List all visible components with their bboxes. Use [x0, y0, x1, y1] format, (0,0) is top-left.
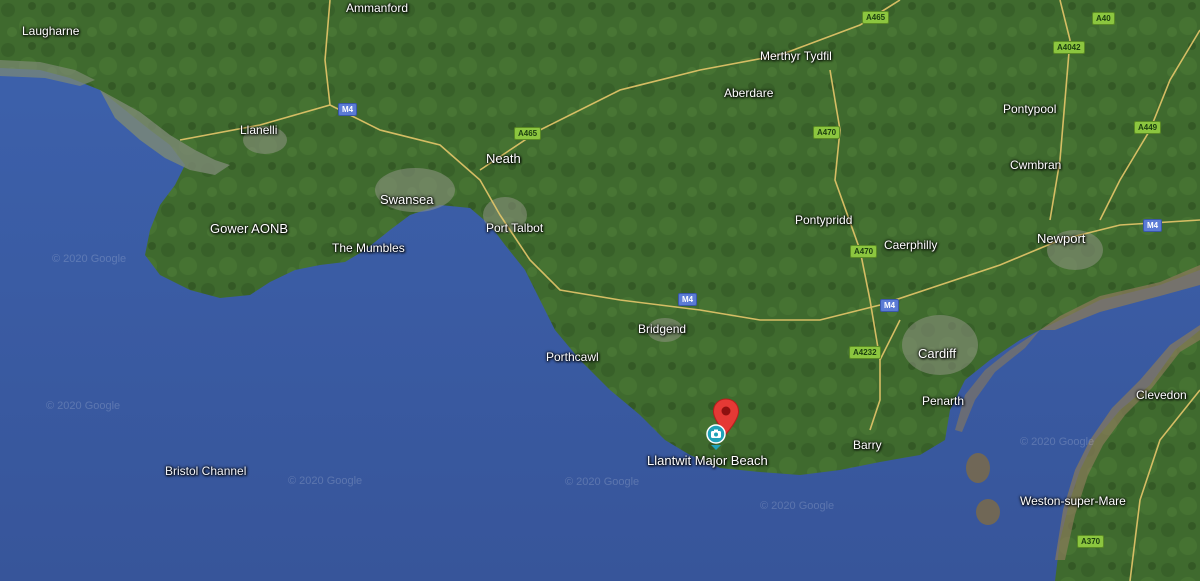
label-pontypool: Pontypool — [1003, 102, 1057, 116]
label-clevedon: Clevedon — [1136, 388, 1187, 402]
label-laugharne: Laugharne — [22, 24, 80, 38]
label-porthcawl: Porthcawl — [546, 350, 599, 364]
label-neath: Neath — [486, 151, 521, 166]
label-penarth: Penarth — [922, 394, 965, 408]
label-caerphilly: Caerphilly — [884, 238, 938, 252]
label-pontypridd: Pontypridd — [795, 213, 853, 227]
label-newport: Newport — [1037, 231, 1086, 246]
label-weston-super-mare: Weston-super-Mare — [1020, 494, 1126, 508]
label-gower-aonb: Gower AONB — [210, 221, 289, 236]
label-swansea: Swansea — [380, 192, 434, 207]
label-the-mumbles: The Mumbles — [332, 241, 405, 255]
camera-icon[interactable] — [705, 424, 727, 450]
label-aberdare: Aberdare — [724, 86, 774, 100]
watermark: © 2020 Google — [46, 400, 121, 412]
label-llanelli: Llanelli — [240, 123, 278, 137]
road-shield-a470: A470 — [850, 245, 878, 258]
label-port-talbot: Port Talbot — [486, 221, 544, 235]
label-cwmbran: Cwmbran — [1010, 158, 1062, 172]
watermark: © 2020 Google — [565, 476, 640, 488]
label-bridgend: Bridgend — [638, 322, 687, 336]
road-shield-a470: A470 — [813, 126, 841, 139]
road-shield-a449: A449 — [1134, 121, 1162, 134]
label-cardiff: Cardiff — [918, 346, 957, 361]
watermark: © 2020 Google — [1020, 436, 1095, 448]
label-bristol-channel: Bristol Channel — [165, 464, 247, 478]
flat-holm — [966, 453, 990, 483]
road-shield-a370: A370 — [1077, 535, 1105, 548]
road-shield-m4: M4 — [678, 293, 698, 306]
label-ammanford: Ammanford — [346, 1, 409, 15]
road-shield-a465: A465 — [862, 11, 890, 24]
road-shield-m4: M4 — [338, 103, 358, 116]
label-llantwit-major-beach[interactable]: Llantwit Major Beach — [647, 453, 768, 468]
watermark: © 2020 Google — [760, 500, 835, 512]
watermark: © 2020 Google — [52, 253, 127, 265]
label-merthyr-tydfil: Merthyr Tydfil — [760, 49, 832, 63]
road-shield-m4: M4 — [880, 299, 900, 312]
steep-holm — [976, 499, 1000, 525]
road-shield-a4042: A4042 — [1053, 41, 1085, 54]
road-shield-m4: M4 — [1143, 219, 1163, 232]
watermark: © 2020 Google — [288, 475, 363, 487]
label-barry: Barry — [853, 438, 882, 452]
road-shield-a465: A465 — [514, 127, 542, 140]
road-shield-a4232: A4232 — [849, 346, 881, 359]
road-shield-a40: A40 — [1092, 12, 1115, 25]
